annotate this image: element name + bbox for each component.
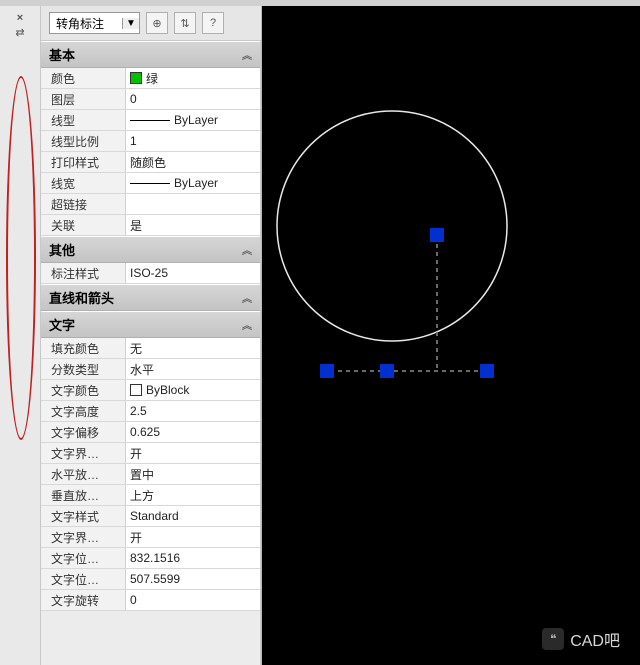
lineweight-value[interactable]: ByLayer <box>125 173 260 193</box>
textframe-value[interactable]: 开 <box>125 443 260 463</box>
circle-entity <box>277 111 507 341</box>
dimstyle-value[interactable]: ISO-25 <box>125 263 260 283</box>
pin-icon[interactable]: ⇄ <box>0 26 40 39</box>
prop-plotstyle: 打印样式 随颜色 <box>41 152 260 173</box>
prop-textframe2: 文字界… 开 <box>41 527 260 548</box>
prop-textrot: 文字旋转 0 <box>41 590 260 611</box>
panel-handle: × ⇄ <box>0 6 41 665</box>
ltscale-value[interactable]: 1 <box>125 131 260 151</box>
textcolor-value[interactable]: ByBlock <box>125 380 260 400</box>
prop-dimstyle: 标注样式 ISO-25 <box>41 263 260 284</box>
prop-textpos1: 文字位… 832.1516 <box>41 548 260 569</box>
color-value[interactable]: 绿 <box>125 68 260 88</box>
prop-ltscale: 线型比例 1 <box>41 131 260 152</box>
swatch-byblock-icon <box>130 384 142 396</box>
linetype-value[interactable]: ByLayer <box>125 110 260 130</box>
fill-value[interactable]: 无 <box>125 338 260 358</box>
prop-textoffset: 文字偏移 0.625 <box>41 422 260 443</box>
properties-scroll[interactable]: 基本 ︽ 颜色 绿 图层 0 线型 ByLayer 线型比例 1 打印样式 随颜… <box>41 41 261 665</box>
prop-hyperlink: 超链接 <box>41 194 260 215</box>
prop-textframe: 文字界… 开 <box>41 443 260 464</box>
assoc-value[interactable]: 是 <box>125 215 260 235</box>
prop-textheight: 文字高度 2.5 <box>41 401 260 422</box>
select-objects-button[interactable]: ⇅ <box>174 12 196 34</box>
prop-textcolor: 文字颜色 ByBlock <box>41 380 260 401</box>
prop-halign: 水平放… 置中 <box>41 464 260 485</box>
plotstyle-value[interactable]: 随颜色 <box>125 152 260 172</box>
prop-assoc: 关联 是 <box>41 215 260 236</box>
selection-dropdown[interactable]: 转角标注 ▼ <box>49 12 140 34</box>
properties-panel: 转角标注 ▼ ⊕ ⇅ ? 基本 ︽ 颜色 绿 图层 0 线型 ByLayer <box>41 6 262 665</box>
textpos1-value[interactable]: 832.1516 <box>125 548 260 568</box>
section-text[interactable]: 文字 ︽ <box>41 311 260 338</box>
grip-icon[interactable] <box>380 364 394 378</box>
layer-value[interactable]: 0 <box>125 89 260 109</box>
close-icon[interactable]: × <box>0 12 40 24</box>
textframe2-value[interactable]: 开 <box>125 527 260 547</box>
section-misc[interactable]: 其他 ︽ <box>41 236 260 263</box>
swatch-green-icon <box>130 72 142 84</box>
textpos2-value[interactable]: 507.5599 <box>125 569 260 589</box>
prop-lineweight: 线宽 ByLayer <box>41 173 260 194</box>
section-lines[interactable]: 直线和箭头 ︽ <box>41 284 260 311</box>
textheight-value[interactable]: 2.5 <box>125 401 260 421</box>
textrot-value[interactable]: 0 <box>125 590 260 610</box>
prop-textpos2: 文字位… 507.5599 <box>41 569 260 590</box>
collapse-icon: ︽ <box>242 290 252 305</box>
prop-layer: 图层 0 <box>41 89 260 110</box>
watermark-text: CAD吧 <box>570 627 620 651</box>
prop-fill: 填充颜色 无 <box>41 338 260 359</box>
grip-icon[interactable] <box>320 364 334 378</box>
section-title: 文字 <box>49 315 75 334</box>
collapse-icon: ︽ <box>242 242 252 257</box>
halign-value[interactable]: 置中 <box>125 464 260 484</box>
quick-select-button[interactable]: ? <box>202 12 224 34</box>
fraction-value[interactable]: 水平 <box>125 359 260 379</box>
collapse-icon: ︽ <box>242 47 252 62</box>
collapse-icon: ︽ <box>242 317 252 332</box>
section-basic[interactable]: 基本 ︽ <box>41 41 260 68</box>
drawing-canvas <box>262 6 640 665</box>
textoffset-value[interactable]: 0.625 <box>125 422 260 442</box>
chevron-down-icon: ▼ <box>122 18 139 29</box>
wechat-icon: ❝ <box>542 628 564 650</box>
hyperlink-value[interactable] <box>125 194 260 214</box>
grip-icon[interactable] <box>430 228 444 242</box>
valign-value[interactable]: 上方 <box>125 485 260 505</box>
toggle-pickadd-button[interactable]: ⊕ <box>146 12 168 34</box>
prop-fraction: 分数类型 水平 <box>41 359 260 380</box>
watermark: ❝ CAD吧 <box>542 627 620 651</box>
selection-label: 转角标注 <box>50 15 122 32</box>
textstyle-value[interactable]: Standard <box>125 506 260 526</box>
prop-textstyle: 文字样式 Standard <box>41 506 260 527</box>
line-sample-icon <box>130 120 170 121</box>
panel-toolbar: 转角标注 ▼ ⊕ ⇅ ? <box>41 6 261 41</box>
drawing-area[interactable]: ❝ CAD吧 <box>262 6 640 665</box>
section-title: 直线和箭头 <box>49 288 114 307</box>
prop-color: 颜色 绿 <box>41 68 260 89</box>
annotation-oval <box>6 76 36 440</box>
prop-linetype: 线型 ByLayer <box>41 110 260 131</box>
section-title: 其他 <box>49 240 75 259</box>
prop-valign: 垂直放… 上方 <box>41 485 260 506</box>
grip-icon[interactable] <box>480 364 494 378</box>
line-sample-icon <box>130 183 170 184</box>
section-title: 基本 <box>49 45 75 64</box>
